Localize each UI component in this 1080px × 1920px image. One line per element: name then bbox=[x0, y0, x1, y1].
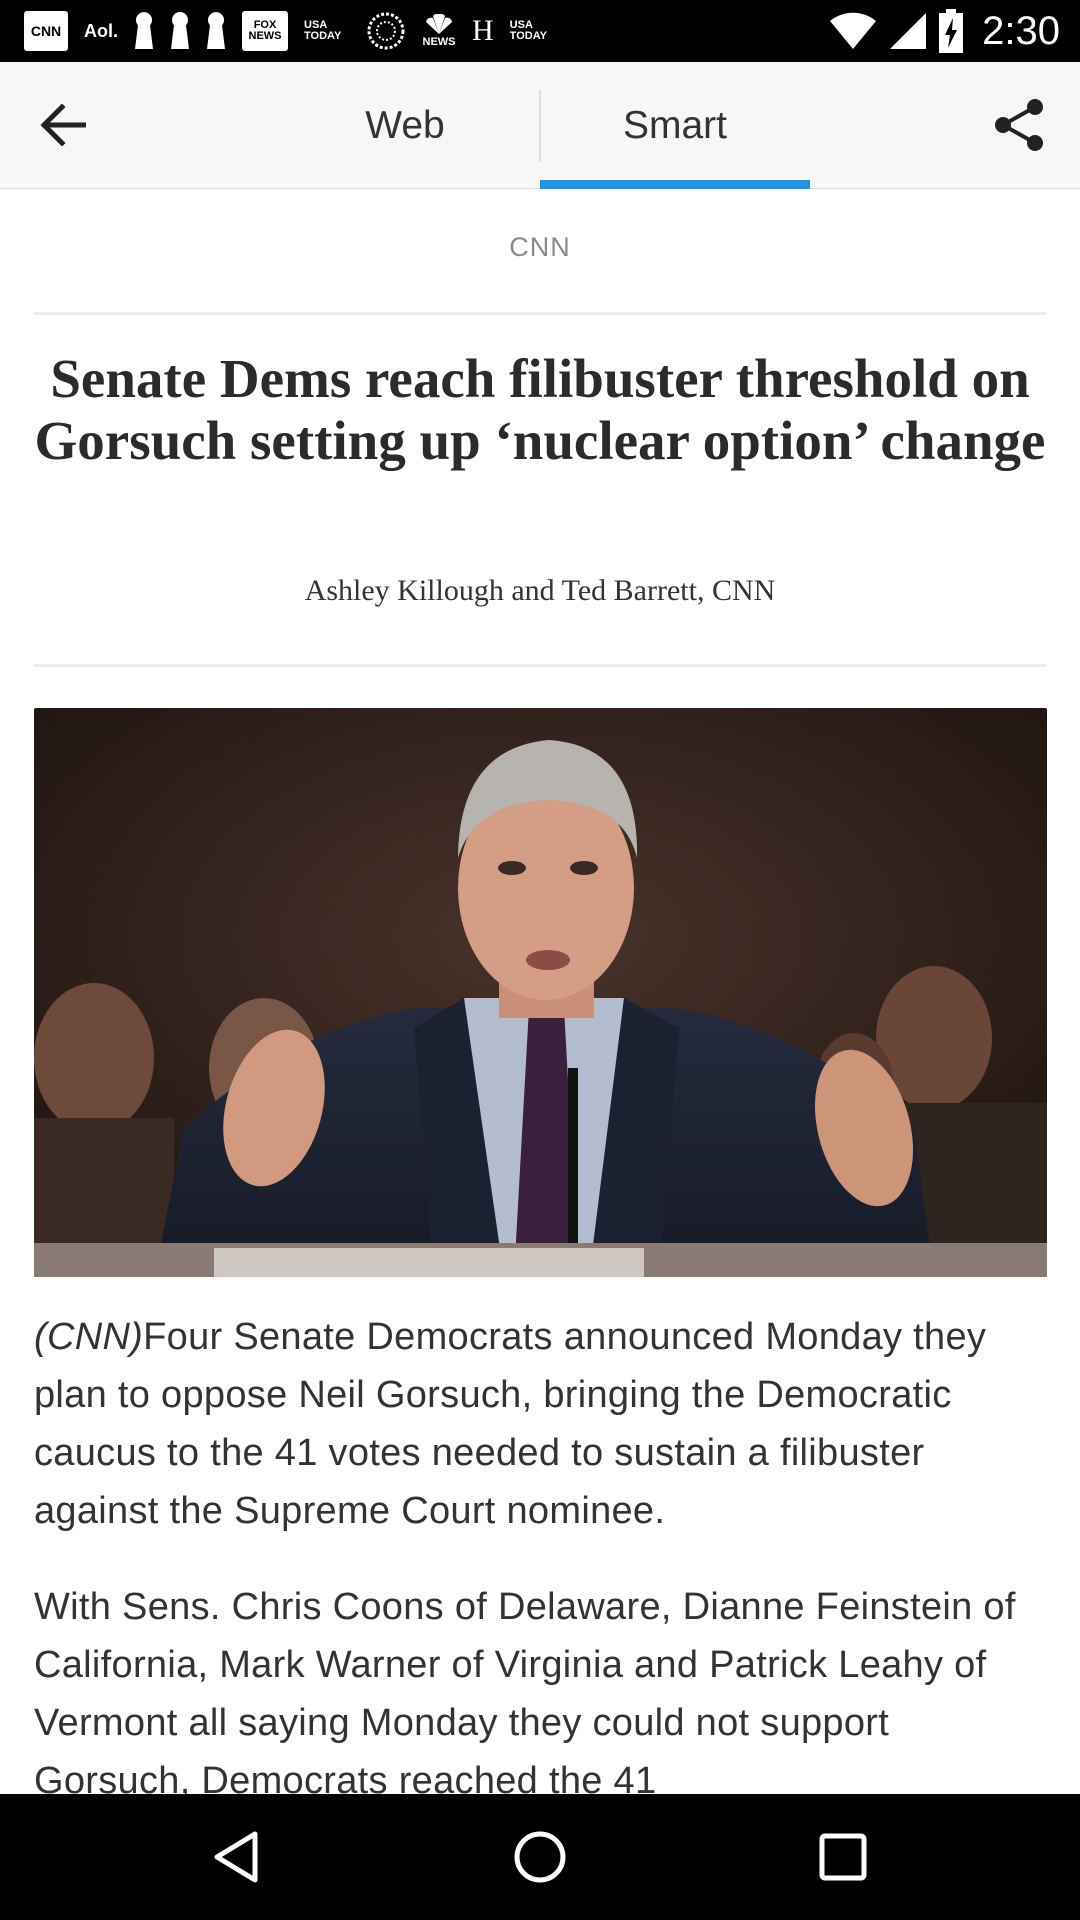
tab-web[interactable]: Web bbox=[270, 62, 540, 189]
article-source: CNN bbox=[509, 232, 571, 262]
clock: 2:30 bbox=[982, 8, 1060, 53]
app-toolbar: Web Smart bbox=[0, 62, 1080, 189]
article-byline: Ashley Killough and Ted Barrett, CNN bbox=[304, 574, 776, 607]
nbc-news-icon: NEWS bbox=[422, 11, 456, 51]
tab-smart-label: Smart bbox=[622, 103, 727, 147]
article-headline: Senate Dems reach filibuster threshold o… bbox=[34, 348, 1046, 471]
tab-smart[interactable]: Smart bbox=[540, 62, 810, 189]
paragraph-text: With Sens. Chris Coons of Delaware, Dian… bbox=[34, 1586, 1016, 1794]
fox-news-icon: FOX NEWS bbox=[242, 11, 288, 51]
arrow-back-icon bbox=[40, 104, 86, 146]
keyhole-icon bbox=[170, 11, 190, 51]
article-paragraph: With Sens. Chris Coons of Delaware, Dian… bbox=[34, 1578, 1054, 1794]
system-status: 2:30 bbox=[828, 0, 1060, 62]
cnn-icon: CNN bbox=[24, 11, 68, 51]
status-bar: CNN Aol. FOX NEWS USA TODAY NEWS H USA T… bbox=[0, 0, 1080, 62]
huffpost-icon: H bbox=[472, 14, 494, 47]
keyhole-icon bbox=[134, 11, 154, 51]
share-icon bbox=[995, 99, 1043, 151]
nav-back-icon bbox=[214, 1831, 258, 1883]
article-paragraph: (CNN)Four Senate Democrats announced Mon… bbox=[34, 1308, 1054, 1540]
back-button[interactable] bbox=[30, 92, 96, 158]
keyhole-icon bbox=[206, 11, 226, 51]
nav-home-icon bbox=[514, 1831, 566, 1883]
article-hero-image bbox=[34, 708, 1047, 1277]
hero-photo bbox=[34, 708, 1047, 1277]
active-tab-indicator bbox=[540, 180, 810, 189]
tab-web-label: Web bbox=[365, 103, 445, 147]
nav-recents-button[interactable] bbox=[798, 1814, 888, 1900]
nav-back-button[interactable] bbox=[192, 1814, 282, 1900]
divider bbox=[34, 664, 1046, 667]
system-navigation-bar bbox=[0, 1794, 1080, 1920]
dateline: (CNN) bbox=[34, 1316, 144, 1358]
wifi-icon bbox=[830, 12, 877, 49]
cell-signal-icon bbox=[890, 13, 927, 49]
share-button[interactable] bbox=[986, 92, 1052, 158]
aol-icon: Aol. bbox=[84, 20, 118, 41]
usa-today-icon: USA TODAY bbox=[509, 19, 547, 42]
nav-home-button[interactable] bbox=[495, 1814, 585, 1900]
battery-charging-icon bbox=[939, 9, 964, 53]
nav-recents-icon bbox=[819, 1833, 867, 1881]
abc-news-icon bbox=[366, 11, 406, 51]
article-body: (CNN)Four Senate Democrats announced Mon… bbox=[34, 1308, 1054, 1794]
notification-icons: CNN Aol. FOX NEWS USA TODAY NEWS H USA T… bbox=[24, 8, 556, 54]
article-view[interactable]: CNN Senate Dems reach filibuster thresho… bbox=[0, 190, 1080, 1794]
divider bbox=[34, 312, 1046, 315]
paragraph-text: Four Senate Democrats announced Monday t… bbox=[34, 1316, 987, 1532]
usa-today-icon: USA TODAY bbox=[304, 19, 342, 42]
